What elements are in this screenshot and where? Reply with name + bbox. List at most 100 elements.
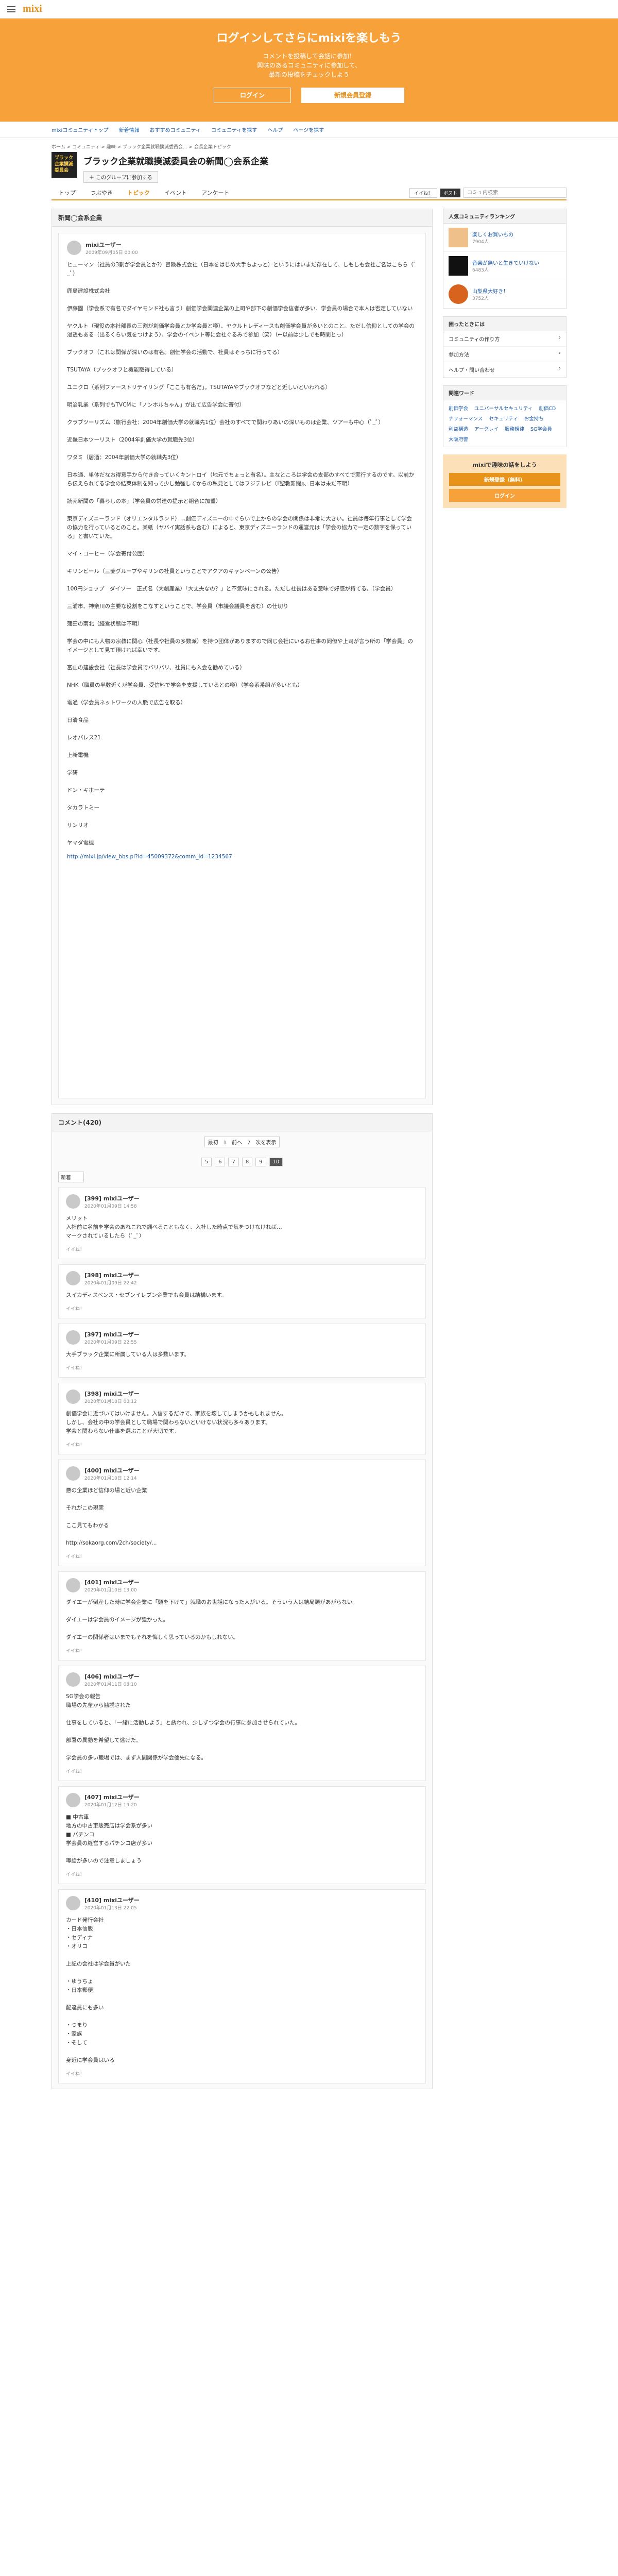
mixi-logo[interactable]: mixi xyxy=(23,3,42,15)
page-link[interactable]: 9 xyxy=(255,1158,266,1166)
like-button[interactable]: イイね！ xyxy=(66,1871,84,1877)
pagination-label[interactable]: 最初 1 前へ 7 次を表示 xyxy=(204,1137,280,1147)
page-link[interactable]: 8 xyxy=(242,1158,253,1166)
promo-register-button[interactable]: 新規登録（無料） xyxy=(449,473,560,486)
keyword-link[interactable]: アークレイ xyxy=(474,425,499,432)
ranking-thumbnail[interactable] xyxy=(449,256,468,276)
comment-title[interactable]: [407] mixiユーザー xyxy=(84,1793,140,1801)
comment-user[interactable]: mixiユーザー xyxy=(104,1673,140,1680)
page-link-current[interactable]: 10 xyxy=(269,1158,283,1166)
breadcrumb[interactable]: ホーム > コミュニティ > 趣味 > ブラック企業就職撲滅委員会... > 会… xyxy=(0,138,618,152)
like-button[interactable]: イイね！ xyxy=(66,1647,84,1654)
page-link[interactable]: 7 xyxy=(228,1158,239,1166)
banner-login-button[interactable]: ログイン xyxy=(214,88,291,103)
tab-events[interactable]: イベント xyxy=(157,187,194,199)
comment-user[interactable]: mixiユーザー xyxy=(104,1897,140,1904)
comment-date: 2020年01月09日 22:55 xyxy=(84,1340,137,1345)
help-link-label[interactable]: ヘルプ・問い合わせ xyxy=(449,366,495,374)
community-search-input[interactable] xyxy=(464,188,566,198)
comment-user[interactable]: mixiユーザー xyxy=(104,1272,140,1279)
comment-title[interactable]: [399] mixiユーザー xyxy=(84,1194,140,1202)
like-button[interactable]: イイね！ xyxy=(66,2070,84,2077)
comment-number: [406] xyxy=(84,1673,102,1680)
comment-title[interactable]: [400] mixiユーザー xyxy=(84,1466,140,1475)
help-link-label[interactable]: コミュニティの作り方 xyxy=(449,335,500,343)
topic-link[interactable]: http://mixi.jp/view_bbs.pl?id=45009372&c… xyxy=(67,854,417,860)
ranking-item[interactable]: 楽しくお買いもの 7904人 xyxy=(443,224,566,252)
keyword-link[interactable]: 服務規律 xyxy=(505,425,524,432)
comment-title[interactable]: [410] mixiユーザー xyxy=(84,1896,140,1904)
like-button[interactable]: イイね！ xyxy=(66,1441,84,1448)
comment-title[interactable]: [398] mixiユーザー xyxy=(84,1271,140,1279)
author-name[interactable]: mixiユーザー xyxy=(85,241,138,249)
help-link[interactable]: コミュニティの作り方 › xyxy=(443,331,566,347)
page-link[interactable]: 5 xyxy=(201,1158,212,1166)
avatar[interactable] xyxy=(66,1578,80,1592)
promo-login-button[interactable]: ログイン xyxy=(449,489,560,502)
ranking-name[interactable]: 山梨県大好き！ xyxy=(472,287,508,295)
help-link[interactable]: 参加方法 › xyxy=(443,347,566,362)
keyword-link[interactable]: お金持ち xyxy=(524,415,544,422)
gnav-find-page[interactable]: ページを探す xyxy=(293,126,324,133)
like-button[interactable]: イイね！ xyxy=(66,1553,84,1560)
comment-user[interactable]: mixiユーザー xyxy=(104,1391,140,1397)
keyword-link[interactable]: 大阪府警 xyxy=(449,435,468,443)
gnav-search-community[interactable]: コミュニティを探す xyxy=(211,126,257,133)
ranking-name[interactable]: 音楽が無いと生きていけない xyxy=(472,259,539,266)
tab-topics[interactable]: トピック xyxy=(120,187,157,199)
comment-user[interactable]: mixiユーザー xyxy=(104,1579,140,1586)
comment-author: [401] mixiユーザー 2020年01月10日 13:00 xyxy=(66,1578,418,1593)
like-button[interactable]: イイね！ xyxy=(66,1364,84,1371)
ranking-name[interactable]: 楽しくお買いもの xyxy=(472,230,513,238)
comment-title[interactable]: [401] mixiユーザー xyxy=(84,1578,140,1586)
community-thumbnail[interactable]: ブラック企業撲滅委員会 xyxy=(52,152,77,178)
keyword-link[interactable]: 利益構造 xyxy=(449,425,468,432)
tab-top[interactable]: トップ xyxy=(52,187,83,199)
gnav-news[interactable]: 新着情報 xyxy=(119,126,140,133)
keyword-link[interactable]: ユニバーサルセキュリティ xyxy=(474,404,533,412)
ranking-item[interactable]: 音楽が無いと生きていけない 6483人 xyxy=(443,252,566,280)
comment-user[interactable]: mixiユーザー xyxy=(104,1331,140,1338)
gnav-recommended[interactable]: おすすめコミュニティ xyxy=(150,126,201,133)
gnav-community-top[interactable]: mixiコミュニティトップ xyxy=(52,126,109,133)
keyword-link[interactable]: SG学会員 xyxy=(530,425,552,432)
ranking-item[interactable]: 山梨県大好き！ 3752人 xyxy=(443,280,566,309)
keyword-link[interactable]: セキュリティ xyxy=(489,415,518,422)
comment-title[interactable]: [406] mixiユーザー xyxy=(84,1672,140,1681)
avatar[interactable] xyxy=(66,1194,80,1209)
avatar[interactable] xyxy=(66,1271,80,1285)
share-button[interactable]: ポスト xyxy=(440,188,460,197)
like-button[interactable]: イイね！ xyxy=(66,1305,84,1312)
community-title[interactable]: ブラック企業就職撲滅委員会の新聞◯会系企業 xyxy=(83,154,268,167)
avatar[interactable] xyxy=(66,1672,80,1687)
comment-title[interactable]: [398] mixiユーザー xyxy=(84,1389,140,1398)
menu-icon[interactable] xyxy=(7,6,15,12)
avatar[interactable] xyxy=(66,1896,80,1910)
help-link-label[interactable]: 参加方法 xyxy=(449,350,469,358)
avatar[interactable] xyxy=(66,1793,80,1807)
comment-title[interactable]: [397] mixiユーザー xyxy=(84,1330,140,1338)
avatar[interactable] xyxy=(66,1330,80,1345)
ranking-thumbnail[interactable] xyxy=(449,284,468,304)
like-button[interactable]: イイね！ xyxy=(66,1768,84,1774)
tab-tweets[interactable]: つぶやき xyxy=(83,187,120,199)
help-link[interactable]: ヘルプ・問い合わせ › xyxy=(443,362,566,378)
avatar[interactable] xyxy=(66,1389,80,1404)
like-button[interactable]: イイね！ xyxy=(409,188,437,198)
avatar[interactable] xyxy=(66,1466,80,1481)
comment-user[interactable]: mixiユーザー xyxy=(104,1467,140,1474)
comment-user[interactable]: mixiユーザー xyxy=(104,1195,140,1202)
keyword-link[interactable]: ナフォーマンス xyxy=(449,415,483,422)
ranking-thumbnail[interactable] xyxy=(449,228,468,247)
avatar[interactable] xyxy=(67,241,81,255)
comment-user[interactable]: mixiユーザー xyxy=(104,1794,140,1801)
like-button[interactable]: イイね！ xyxy=(66,1246,84,1252)
banner-register-button[interactable]: 新規会員登録 xyxy=(301,88,404,103)
page-link[interactable]: 6 xyxy=(215,1158,226,1166)
join-community-button[interactable]: ＋ このグループに参加する xyxy=(83,171,158,183)
keyword-link[interactable]: 創価学会 xyxy=(449,404,468,412)
keyword-link[interactable]: 創価CD xyxy=(539,404,556,412)
tab-surveys[interactable]: アンケート xyxy=(194,187,237,199)
sort-select[interactable]: 新着 xyxy=(58,1172,84,1182)
gnav-help[interactable]: ヘルプ xyxy=(267,126,283,133)
